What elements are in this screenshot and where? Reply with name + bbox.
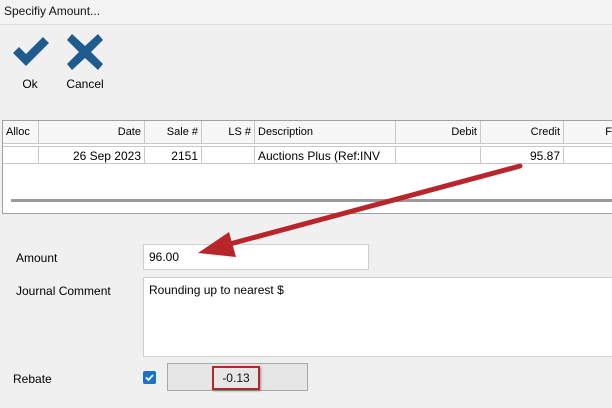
amount-input[interactable]: 96.00: [143, 244, 369, 270]
column-header-date[interactable]: Date: [39, 121, 145, 143]
cell-date: 26 Sep 2023: [39, 146, 145, 164]
horizontal-scrollbar[interactable]: [11, 199, 612, 202]
rebate-checkbox[interactable]: [143, 371, 156, 384]
cell-debit: [396, 146, 481, 164]
rebate-value-highlight: -0.13: [212, 366, 260, 390]
cancel-button[interactable]: Cancel: [57, 30, 113, 94]
column-header-alloc[interactable]: Alloc: [3, 121, 39, 143]
cell-alloc: [3, 146, 39, 164]
column-header-debit[interactable]: Debit: [396, 121, 481, 143]
cell-extra: [564, 146, 612, 164]
checkmark-icon: [13, 37, 49, 66]
column-header-description[interactable]: Description: [255, 121, 396, 143]
cell-sale: 2151: [145, 146, 202, 164]
ok-button[interactable]: Ok: [2, 30, 58, 94]
table-header: Alloc Date Sale # LS # Description Debit…: [3, 121, 612, 144]
window-title: Specifiy Amount...: [4, 4, 101, 18]
close-icon: [67, 34, 103, 70]
journal-comment-label: Journal Comment: [16, 284, 111, 298]
check-icon: [145, 374, 154, 382]
column-header-credit[interactable]: Credit: [481, 121, 564, 143]
column-header-sale[interactable]: Sale #: [145, 121, 202, 143]
table-row[interactable]: 26 Sep 2023 2151 Auctions Plus (Ref:INV …: [3, 146, 612, 164]
title-bar: Specifiy Amount...: [0, 0, 612, 25]
column-header-ls[interactable]: LS #: [202, 121, 255, 143]
rebate-label: Rebate: [13, 372, 52, 386]
cell-description: Auctions Plus (Ref:INV: [255, 146, 396, 164]
amount-label: Amount: [16, 251, 58, 265]
transactions-table: Alloc Date Sale # LS # Description Debit…: [2, 120, 612, 214]
cancel-button-label: Cancel: [66, 77, 104, 91]
column-header-extra[interactable]: F: [564, 121, 612, 143]
cell-ls: [202, 146, 255, 164]
journal-comment-textarea[interactable]: Rounding up to nearest $: [143, 277, 612, 357]
ok-button-label: Ok: [22, 77, 38, 91]
cell-credit: 95.87: [481, 146, 564, 164]
